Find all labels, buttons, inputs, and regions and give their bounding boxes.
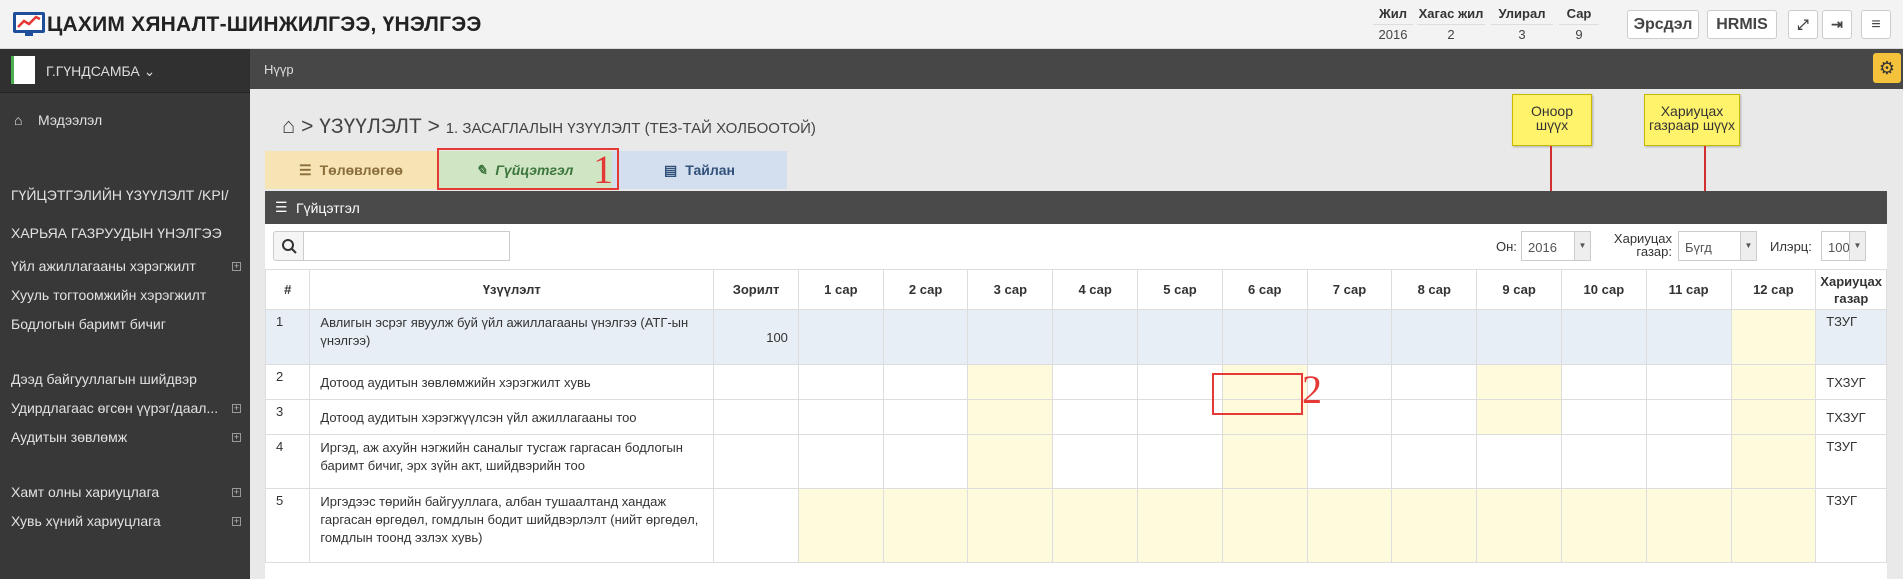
ersdel-button[interactable]: Эрсдэл: [1627, 10, 1699, 39]
col-dept[interactable]: Хариуцах газар: [1815, 269, 1887, 310]
table-row: 1 Авлигын эсрэг явуулж буй үйл ажиллагаа…: [264, 309, 1887, 365]
col-m9[interactable]: 9 сар: [1476, 269, 1562, 310]
col-m11[interactable]: 11 сар: [1645, 269, 1732, 310]
highlight-box-2: [1212, 373, 1303, 415]
tab-plan[interactable]: ☰ Төлөвлөгөө: [265, 151, 437, 189]
col-m3[interactable]: 3 сар: [967, 269, 1054, 310]
col-m6[interactable]: 6 сар: [1221, 269, 1308, 310]
table-row: 3 Дотоод аудитын хэрэгжүүлсэн үйл ажилла…: [264, 399, 1887, 435]
marker-1: 1: [593, 147, 613, 192]
period-quarter: Улирал 3: [1491, 4, 1553, 44]
search-icon: [282, 239, 297, 254]
col-indicator[interactable]: Үзүүлэлт: [309, 269, 715, 310]
table-row: 2 Дотоод аудитын зөвлөмжийн хэрэгжилт ху…: [264, 364, 1887, 400]
expand-icon[interactable]: +: [232, 262, 241, 271]
file-icon: ▤: [664, 161, 678, 178]
count-select[interactable]: 100 ▼: [1821, 231, 1866, 261]
expand-icon[interactable]: +: [232, 517, 241, 526]
panel-header: ☰ Гүйцэтгэл: [265, 191, 1887, 224]
monitor-chart-icon: [13, 12, 45, 36]
hrmis-button[interactable]: HRMIS: [1707, 10, 1777, 39]
col-m4[interactable]: 4 сар: [1052, 269, 1139, 310]
note-year-filter: Оноор шүүх: [1512, 94, 1592, 146]
search-button[interactable]: [273, 231, 304, 261]
col-m2[interactable]: 2 сар: [882, 269, 969, 310]
expand-icon[interactable]: +: [232, 404, 241, 413]
sidebar-item-activity[interactable]: Үйл ажиллагааны хэрэгжилт: [11, 258, 196, 274]
col-num[interactable]: #: [264, 269, 311, 310]
col-m1[interactable]: 1 сар: [797, 269, 884, 310]
col-m5[interactable]: 5 сар: [1137, 269, 1223, 310]
expand-icon[interactable]: +: [232, 433, 241, 442]
breadcrumb-bar: Нүүр: [250, 49, 1903, 89]
search-input[interactable]: [304, 231, 510, 261]
sidebar-item-team[interactable]: Хамт олны хариуцлага: [11, 484, 159, 500]
dropdown-icon: ▼: [1849, 232, 1865, 260]
dropdown-icon: ▼: [1740, 232, 1756, 260]
col-m10[interactable]: 10 сар: [1560, 269, 1647, 310]
chevron-down-icon: ⌄: [143, 63, 156, 79]
page-title-section: ҮЗҮҮЛЭЛТ: [319, 115, 422, 138]
sidebar-item-audit[interactable]: Аудитын зөвлөмж: [11, 429, 127, 445]
col-m7[interactable]: 7 сар: [1306, 269, 1393, 310]
period-half: Хагас жил 2: [1417, 6, 1485, 42]
count-label: Илэрц:: [1770, 239, 1812, 254]
col-target[interactable]: Зорилт: [713, 269, 799, 310]
note-dept-filter: Хариуцах газраар шүүх: [1644, 94, 1740, 146]
avatar: [11, 56, 35, 84]
table-row: 5 Иргэдээс төрийн байгууллага, албан туш…: [264, 488, 1887, 563]
home-icon[interactable]: ⌂: [282, 113, 295, 138]
sidebar-item-dept-eval[interactable]: ХАРЬЯА ГАЗРУУДЫН ҮНЭЛГЭЭ: [11, 225, 222, 241]
menu-icon[interactable]: ≡: [1861, 10, 1891, 39]
page-title: ⌂ > ҮЗҮҮЛЭЛТ > 1. ЗАСАГЛАЛЫН ҮЗҮҮЛЭЛТ (Т…: [282, 113, 816, 138]
top-bar: ЦАХИМ ХЯНАЛТ-ШИНЖИЛГЭЭ, ҮНЭЛГЭЭ Жил 2016 …: [0, 0, 1903, 49]
list-icon: ☰: [275, 199, 288, 215]
highlight-box-1: [437, 148, 619, 190]
app-title: ЦАХИМ ХЯНАЛТ-ШИНЖИЛГЭЭ, ҮНЭЛГЭЭ: [47, 13, 482, 36]
dropdown-icon: ▼: [1574, 232, 1590, 260]
table-header-row: # Үзүүлэлт Зорилт 1 сар 2 сар 3 сар 4 са…: [264, 269, 1887, 310]
sidebar-item-law[interactable]: Хууль тогтоомжийн хэрэгжилт: [11, 287, 206, 303]
fullscreen-icon[interactable]: ⤢: [1788, 10, 1818, 39]
col-m8[interactable]: 8 сар: [1391, 269, 1478, 310]
period-year: Жил 2016: [1373, 4, 1413, 44]
sidebar: Г.ГҮНДСАМБА ⌄ ⌂ Мэдээлэл ГҮЙЦЭТГЭЛИЙН ҮЗ…: [0, 49, 250, 579]
user-menu[interactable]: Г.ГҮНДСАМБА ⌄: [0, 49, 250, 93]
year-select[interactable]: 2016 ▼: [1521, 231, 1591, 261]
panel-title: Гүйцэтгэл: [296, 200, 360, 216]
year-label: Он:: [1496, 239, 1517, 254]
table-row: 4 Иргэд, аж ахуйн нэгжийн саналыг тусгаж…: [264, 434, 1887, 489]
col-m12[interactable]: 12 сар: [1730, 269, 1817, 310]
gear-icon[interactable]: ⚙: [1873, 53, 1901, 83]
sidebar-item-tasks[interactable]: Удирдлагаас өгсөн үүрэг/даал...: [11, 400, 218, 416]
marker-2: 2: [1302, 367, 1322, 412]
list-icon: ☰: [299, 161, 312, 178]
breadcrumb-home[interactable]: Нүүр: [264, 62, 294, 77]
dept-label: Хариуцах газар:: [1613, 231, 1672, 259]
logout-icon[interactable]: ⇥: [1822, 10, 1852, 39]
home-icon: ⌂: [14, 112, 23, 128]
dept-select[interactable]: Бүгд ▼: [1678, 231, 1757, 261]
sidebar-item-kpi[interactable]: ГҮЙЦЭТГЭЛИЙН ҮЗҮҮЛЭЛТ /KPI/: [11, 187, 228, 203]
sidebar-item-policy[interactable]: Бодлогын баримт бичиг: [11, 316, 166, 332]
user-name: Г.ГҮНДСАМБА: [46, 63, 140, 79]
page-title-page: 1. ЗАСАГЛАЛЫН ҮЗҮҮЛЭЛТ (ТЕЗ-ТАЙ ХОЛБООТО…: [445, 120, 816, 137]
period-month: Сар 9: [1559, 4, 1599, 44]
sidebar-item-info[interactable]: ⌂ Мэдээлэл: [14, 112, 102, 128]
expand-icon[interactable]: +: [232, 488, 241, 497]
sidebar-item-personal[interactable]: Хувь хүний хариуцлага: [11, 513, 161, 529]
sidebar-item-decision[interactable]: Дээд байгууллагын шийдвэр: [11, 371, 197, 387]
tab-report[interactable]: ▤ Тайлан: [612, 151, 787, 189]
kpi-table: # Үзүүлэлт Зорилт 1 сар 2 сар 3 сар 4 са…: [264, 269, 1887, 563]
